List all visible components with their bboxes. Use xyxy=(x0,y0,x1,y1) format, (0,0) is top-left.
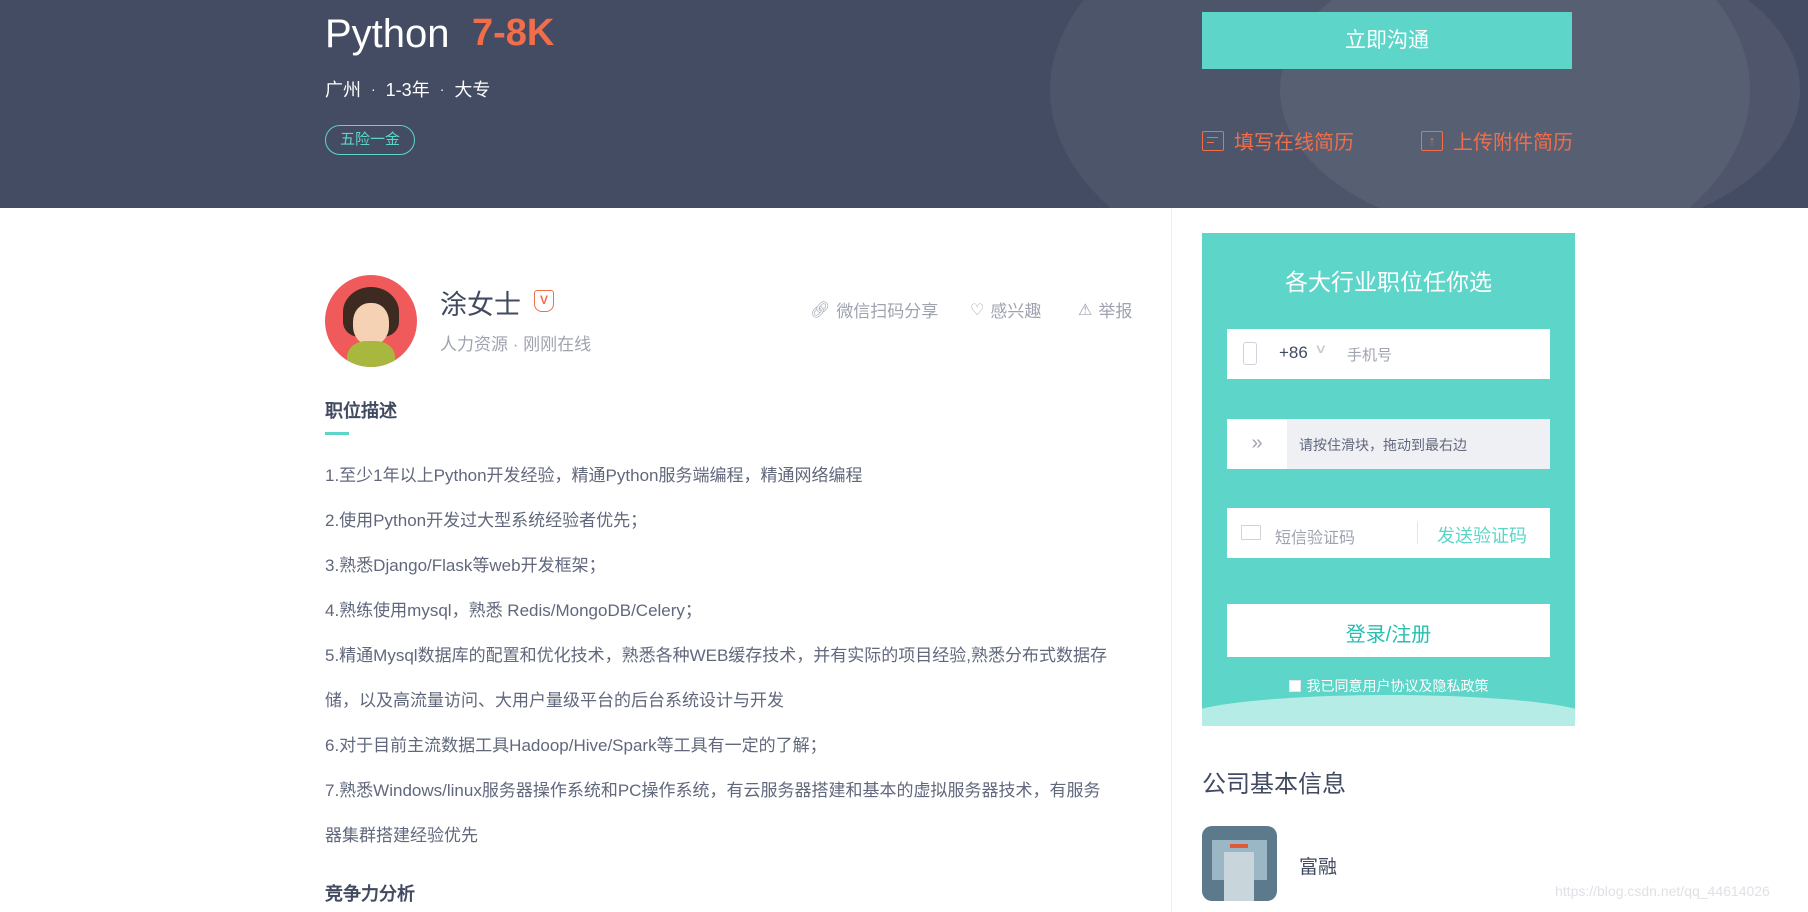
description-line: 6.对于目前主流数据工具Hadoop/Hive/Spark等工具有一定的了解； xyxy=(325,736,827,755)
company-logo[interactable] xyxy=(1202,826,1277,901)
recruiter-name: 涂女士 xyxy=(440,290,521,320)
document-icon xyxy=(1202,130,1224,151)
description-line: 3.熟悉Django/Flask等web开发框架； xyxy=(325,556,606,575)
benefit-tag: 五险一金 xyxy=(325,125,416,155)
section-underline xyxy=(325,432,349,435)
phone-field[interactable]: +86 ∨ 手机号 xyxy=(1227,329,1550,379)
agreement-checkbox[interactable] xyxy=(1288,680,1301,692)
description-line: 5.精通Mysql数据库的配置和优化技术，熟悉各种WEB缓存技术，并有实际的项目… xyxy=(325,646,1108,665)
company-name[interactable]: 富融 xyxy=(1299,852,1337,879)
login-register-button[interactable]: 登录/注册 xyxy=(1227,604,1550,657)
recruiter-meta: 人力资源 · 刚刚在线 xyxy=(440,330,591,355)
description-line: 4.熟练使用mysql，熟悉 Redis/MongoDB/Celery； xyxy=(325,601,702,620)
slider-hint: 请按住滑块，拖动到最右边 xyxy=(1299,437,1467,453)
recruiter-role: 人力资源 xyxy=(440,335,508,354)
job-meta: 广州 · 1-3年 · 大专 xyxy=(325,76,490,102)
meta-separator: · xyxy=(512,335,519,354)
double-chevron-right-icon[interactable]: » xyxy=(1227,419,1287,469)
report-label: 举报 xyxy=(1098,302,1133,321)
job-header-banner: Python 7-8K 广州 · 1-3年 · 大专 五险一金 立即沟通 填写在… xyxy=(0,0,1808,208)
slider-captcha[interactable]: » 请按住滑块，拖动到最右边 xyxy=(1227,419,1550,469)
description-line: 储，以及高流量访问、大用户量级平台的后台系统设计与开发 xyxy=(325,691,784,710)
interest-label: 感兴趣 xyxy=(990,302,1042,321)
verified-badge-icon: V xyxy=(534,290,554,312)
sms-code-field[interactable]: 短信验证码 发送验证码 xyxy=(1227,508,1550,558)
mail-icon xyxy=(1241,525,1261,540)
job-title: Python xyxy=(325,12,450,56)
watermark: https://blog.csdn.net/qq_44614026 xyxy=(1555,883,1770,899)
share-label: 微信扫码分享 xyxy=(836,302,939,321)
card-wave-decoration xyxy=(1202,695,1575,726)
description-line: 器集群搭建经验优先 xyxy=(325,826,478,845)
logo-part xyxy=(1230,844,1248,848)
heart-icon: ♡ xyxy=(970,301,985,319)
avatar-body xyxy=(347,341,395,367)
upload-icon: ↑ xyxy=(1421,130,1443,151)
agreement-label: 我已同意用户协议及隐私政策 xyxy=(1306,678,1489,694)
online-resume-label: 填写在线简历 xyxy=(1234,132,1354,154)
wechat-share-button[interactable]: 🔗︎ 微信扫码分享 xyxy=(810,297,938,322)
upload-resume-link[interactable]: ↑ 上传附件简历 xyxy=(1421,126,1573,155)
report-button[interactable]: ⚠︎ 举报 xyxy=(1078,297,1132,322)
send-code-button[interactable]: 发送验证码 xyxy=(1437,522,1527,548)
company-info-heading: 公司基本信息 xyxy=(1202,771,1346,798)
login-register-label: 登录/注册 xyxy=(1345,624,1432,646)
logo-part xyxy=(1224,852,1254,901)
column-divider xyxy=(1171,208,1172,912)
job-education: 大专 xyxy=(454,80,491,100)
link-icon: 🔗︎ xyxy=(810,301,831,319)
phone-icon xyxy=(1243,342,1257,365)
recruiter-status: 刚刚在线 xyxy=(523,335,592,354)
job-description-title: 职位描述 xyxy=(325,401,397,421)
chevron-down-icon[interactable]: ∨ xyxy=(1314,341,1327,357)
sms-code-input[interactable]: 短信验证码 xyxy=(1275,524,1355,548)
login-card: 各大行业职位任你选 +86 ∨ 手机号 » 请按住滑块，拖动到最右边 短信验证码… xyxy=(1202,233,1575,726)
online-resume-link[interactable]: 填写在线简历 xyxy=(1202,126,1354,155)
warning-icon: ⚠︎ xyxy=(1078,301,1093,319)
description-line: 1.至少1年以上Python开发经验，精通Python服务端编程，精通网络编程 xyxy=(325,466,863,485)
description-line: 2.使用Python开发过大型系统经验者优先； xyxy=(325,511,648,530)
job-experience: 1-3年 xyxy=(385,80,430,100)
avatar[interactable] xyxy=(325,275,417,367)
field-divider xyxy=(1417,522,1418,544)
upload-resume-label: 上传附件简历 xyxy=(1453,132,1573,154)
job-city: 广州 xyxy=(325,80,361,100)
competition-analysis-title: 竞争力分析 xyxy=(325,884,415,904)
description-line: 7.熟悉Windows/linux服务器操作系统和PC操作系统，有云服务器搭建和… xyxy=(325,781,1101,800)
agreement-row: 我已同意用户协议及隐私政策 xyxy=(1202,676,1575,696)
meta-separator: · xyxy=(439,81,445,97)
chat-now-button[interactable]: 立即沟通 xyxy=(1202,12,1572,69)
meta-separator: · xyxy=(371,81,376,97)
avatar-face xyxy=(353,303,389,345)
country-code-select[interactable]: +86 xyxy=(1279,343,1308,363)
phone-input[interactable]: 手机号 xyxy=(1347,344,1392,365)
interest-button[interactable]: ♡ 感兴趣 xyxy=(970,297,1041,322)
login-card-title: 各大行业职位任你选 xyxy=(1285,269,1492,295)
job-salary: 7-8K xyxy=(472,12,555,54)
